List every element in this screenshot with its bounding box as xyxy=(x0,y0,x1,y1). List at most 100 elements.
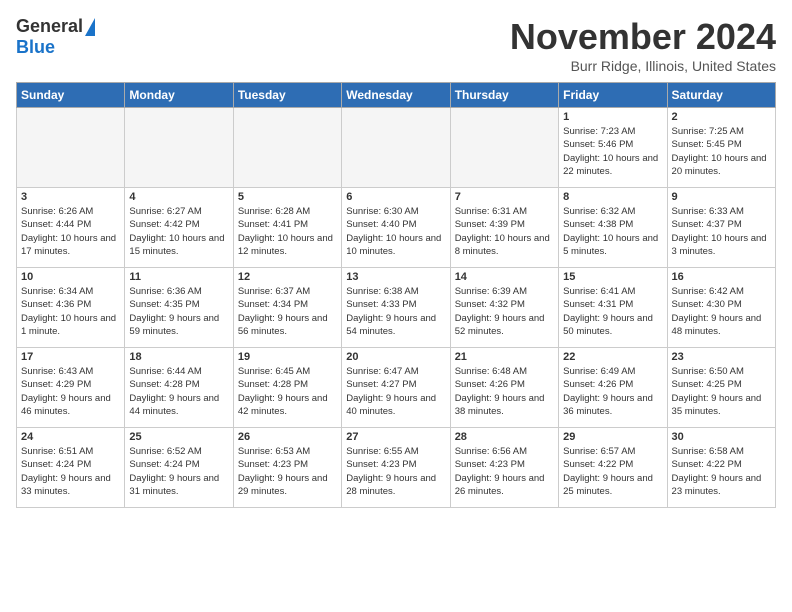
day-number: 11 xyxy=(129,271,228,283)
day-info: Sunrise: 6:28 AMSunset: 4:41 PMDaylight:… xyxy=(238,205,337,258)
day-info: Sunrise: 6:37 AMSunset: 4:34 PMDaylight:… xyxy=(238,285,337,338)
calendar-cell: 6 Sunrise: 6:30 AMSunset: 4:40 PMDaylight… xyxy=(342,188,450,268)
calendar-cell: 14Sunrise: 6:39 AMSunset: 4:32 PMDayligh… xyxy=(450,268,558,348)
day-info: Sunrise: 6:51 AMSunset: 4:24 PMDaylight:… xyxy=(21,445,120,498)
calendar-table: SundayMondayTuesdayWednesdayThursdayFrid… xyxy=(16,82,776,508)
day-info: Sunrise: 6:30 AMSunset: 4:40 PMDaylight:… xyxy=(346,205,445,258)
calendar-cell: 19Sunrise: 6:45 AMSunset: 4:28 PMDayligh… xyxy=(233,348,341,428)
weekday-header-monday: Monday xyxy=(125,83,233,108)
calendar-week-5: 24 Sunrise: 6:51 AMSunset: 4:24 PMDayligh… xyxy=(17,428,776,508)
day-info: Sunrise: 6:52 AMSunset: 4:24 PMDaylight:… xyxy=(129,445,228,498)
calendar-cell: 8Sunrise: 6:32 AMSunset: 4:38 PMDaylight… xyxy=(559,188,667,268)
calendar-body: 1Sunrise: 7:23 AMSunset: 5:46 PMDaylight… xyxy=(17,108,776,508)
calendar-cell: 18 Sunrise: 6:44 AMSunset: 4:28 PMDayligh… xyxy=(125,348,233,428)
day-number: 12 xyxy=(238,271,337,283)
calendar-cell: 5Sunrise: 6:28 AMSunset: 4:41 PMDaylight… xyxy=(233,188,341,268)
day-number: 9 xyxy=(672,191,771,203)
calendar-cell: 22 Sunrise: 6:49 AMSunset: 4:26 PMDayligh… xyxy=(559,348,667,428)
day-number: 1 xyxy=(563,111,662,123)
weekday-header-friday: Friday xyxy=(559,83,667,108)
day-number: 2 xyxy=(672,111,771,123)
calendar-cell xyxy=(125,108,233,188)
day-number: 28 xyxy=(455,431,554,443)
day-number: 21 xyxy=(455,351,554,363)
day-number: 27 xyxy=(346,431,445,443)
day-info: Sunrise: 6:58 AMSunset: 4:22 PMDaylight:… xyxy=(672,445,771,498)
day-info: Sunrise: 6:32 AMSunset: 4:38 PMDaylight:… xyxy=(563,205,662,258)
day-number: 13 xyxy=(346,271,445,283)
calendar-cell: 24 Sunrise: 6:51 AMSunset: 4:24 PMDayligh… xyxy=(17,428,125,508)
day-number: 22 xyxy=(563,351,662,363)
calendar-cell xyxy=(17,108,125,188)
logo-triangle-icon xyxy=(85,18,95,36)
calendar-header-row: SundayMondayTuesdayWednesdayThursdayFrid… xyxy=(17,83,776,108)
day-number: 25 xyxy=(129,431,228,443)
day-info: Sunrise: 6:34 AMSunset: 4:36 PMDaylight:… xyxy=(21,285,120,338)
calendar-cell: 28 Sunrise: 6:56 AMSunset: 4:23 PMDayligh… xyxy=(450,428,558,508)
day-info: Sunrise: 6:56 AMSunset: 4:23 PMDaylight:… xyxy=(455,445,554,498)
calendar-cell: 23 Sunrise: 6:50 AMSunset: 4:25 PMDayligh… xyxy=(667,348,775,428)
day-number: 20 xyxy=(346,351,445,363)
calendar-cell xyxy=(450,108,558,188)
calendar-cell: 13 Sunrise: 6:38 AMSunset: 4:33 PMDayligh… xyxy=(342,268,450,348)
day-number: 18 xyxy=(129,351,228,363)
weekday-header-sunday: Sunday xyxy=(17,83,125,108)
day-number: 16 xyxy=(672,271,771,283)
calendar-cell: 30 Sunrise: 6:58 AMSunset: 4:22 PMDayligh… xyxy=(667,428,775,508)
calendar-cell xyxy=(233,108,341,188)
day-number: 23 xyxy=(672,351,771,363)
calendar-cell: 12 Sunrise: 6:37 AMSunset: 4:34 PMDayligh… xyxy=(233,268,341,348)
day-info: Sunrise: 7:25 AMSunset: 5:45 PMDaylight:… xyxy=(672,125,771,178)
title-block: November 2024 Burr Ridge, Illinois, Unit… xyxy=(510,16,776,74)
day-number: 7 xyxy=(455,191,554,203)
day-info: Sunrise: 6:50 AMSunset: 4:25 PMDaylight:… xyxy=(672,365,771,418)
calendar-cell: 16 Sunrise: 6:42 AMSunset: 4:30 PMDayligh… xyxy=(667,268,775,348)
day-info: Sunrise: 6:45 AMSunset: 4:28 PMDaylight:… xyxy=(238,365,337,418)
day-number: 30 xyxy=(672,431,771,443)
page-header: General Blue November 2024 Burr Ridge, I… xyxy=(16,16,776,74)
calendar-cell: 26Sunrise: 6:53 AMSunset: 4:23 PMDayligh… xyxy=(233,428,341,508)
calendar-cell: 17Sunrise: 6:43 AMSunset: 4:29 PMDayligh… xyxy=(17,348,125,428)
calendar-cell: 3 Sunrise: 6:26 AMSunset: 4:44 PMDaylight… xyxy=(17,188,125,268)
calendar-cell: 11 Sunrise: 6:36 AMSunset: 4:35 PMDayligh… xyxy=(125,268,233,348)
calendar-cell: 25 Sunrise: 6:52 AMSunset: 4:24 PMDayligh… xyxy=(125,428,233,508)
calendar-cell: 2 Sunrise: 7:25 AMSunset: 5:45 PMDaylight… xyxy=(667,108,775,188)
day-info: Sunrise: 6:26 AMSunset: 4:44 PMDaylight:… xyxy=(21,205,120,258)
weekday-header-wednesday: Wednesday xyxy=(342,83,450,108)
day-info: Sunrise: 6:36 AMSunset: 4:35 PMDaylight:… xyxy=(129,285,228,338)
day-number: 10 xyxy=(21,271,120,283)
calendar-cell xyxy=(342,108,450,188)
day-info: Sunrise: 6:43 AMSunset: 4:29 PMDaylight:… xyxy=(21,365,120,418)
calendar-week-2: 3 Sunrise: 6:26 AMSunset: 4:44 PMDaylight… xyxy=(17,188,776,268)
day-info: Sunrise: 6:41 AMSunset: 4:31 PMDaylight:… xyxy=(563,285,662,338)
month-title: November 2024 xyxy=(510,16,776,58)
logo-blue-text: Blue xyxy=(16,37,55,58)
day-info: Sunrise: 6:55 AMSunset: 4:23 PMDaylight:… xyxy=(346,445,445,498)
day-number: 14 xyxy=(455,271,554,283)
calendar-cell: 27 Sunrise: 6:55 AMSunset: 4:23 PMDayligh… xyxy=(342,428,450,508)
calendar-cell: 15 Sunrise: 6:41 AMSunset: 4:31 PMDayligh… xyxy=(559,268,667,348)
day-number: 3 xyxy=(21,191,120,203)
day-number: 4 xyxy=(129,191,228,203)
calendar-cell: 29Sunrise: 6:57 AMSunset: 4:22 PMDayligh… xyxy=(559,428,667,508)
day-info: Sunrise: 6:44 AMSunset: 4:28 PMDaylight:… xyxy=(129,365,228,418)
weekday-header-thursday: Thursday xyxy=(450,83,558,108)
day-number: 6 xyxy=(346,191,445,203)
calendar-cell: 21Sunrise: 6:48 AMSunset: 4:26 PMDayligh… xyxy=(450,348,558,428)
calendar-cell: 10 Sunrise: 6:34 AMSunset: 4:36 PMDayligh… xyxy=(17,268,125,348)
day-info: Sunrise: 6:42 AMSunset: 4:30 PMDaylight:… xyxy=(672,285,771,338)
day-info: Sunrise: 6:31 AMSunset: 4:39 PMDaylight:… xyxy=(455,205,554,258)
calendar-week-3: 10 Sunrise: 6:34 AMSunset: 4:36 PMDayligh… xyxy=(17,268,776,348)
weekday-header-tuesday: Tuesday xyxy=(233,83,341,108)
day-info: Sunrise: 6:33 AMSunset: 4:37 PMDaylight:… xyxy=(672,205,771,258)
day-number: 15 xyxy=(563,271,662,283)
day-number: 29 xyxy=(563,431,662,443)
day-number: 24 xyxy=(21,431,120,443)
day-info: Sunrise: 6:38 AMSunset: 4:33 PMDaylight:… xyxy=(346,285,445,338)
day-info: Sunrise: 6:27 AMSunset: 4:42 PMDaylight:… xyxy=(129,205,228,258)
location: Burr Ridge, Illinois, United States xyxy=(510,58,776,74)
calendar-cell: 20 Sunrise: 6:47 AMSunset: 4:27 PMDayligh… xyxy=(342,348,450,428)
day-info: Sunrise: 6:53 AMSunset: 4:23 PMDaylight:… xyxy=(238,445,337,498)
day-info: Sunrise: 6:49 AMSunset: 4:26 PMDaylight:… xyxy=(563,365,662,418)
day-info: Sunrise: 6:47 AMSunset: 4:27 PMDaylight:… xyxy=(346,365,445,418)
